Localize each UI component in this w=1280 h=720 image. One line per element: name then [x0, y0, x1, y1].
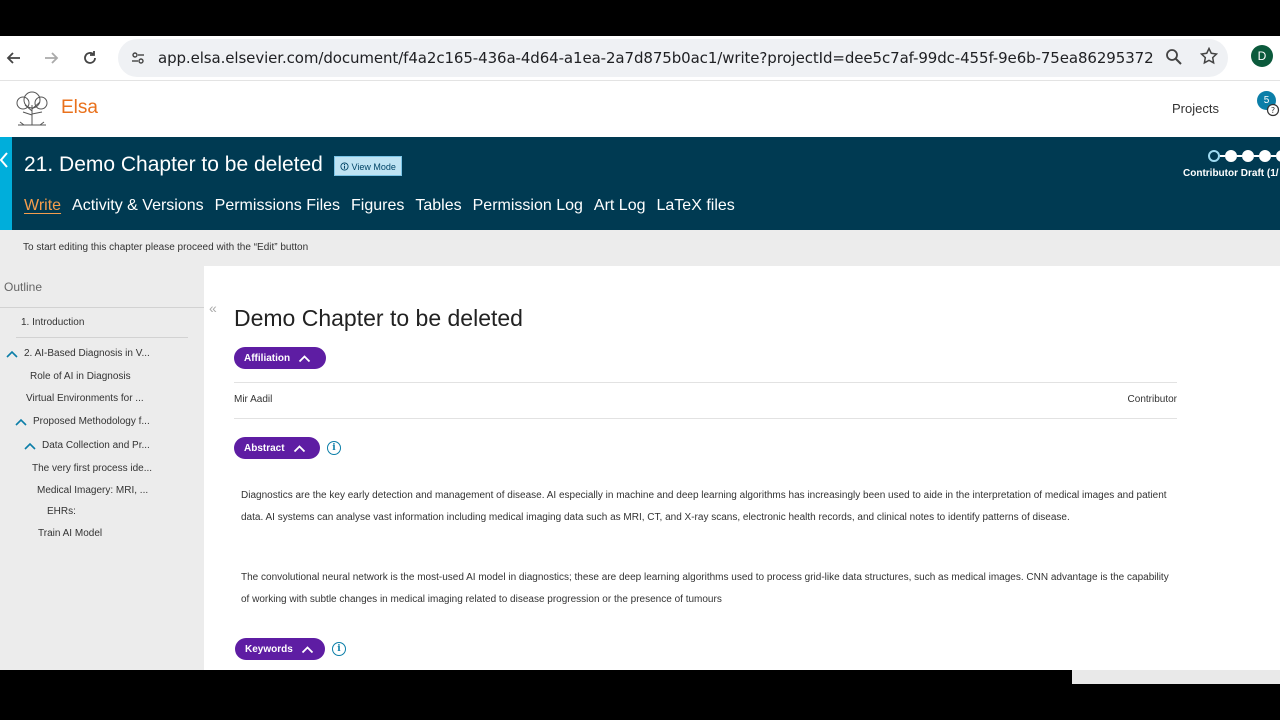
abstract-toggle[interactable]: Abstract — [234, 437, 320, 459]
outline-item[interactable]: The very first process ide... — [32, 463, 152, 474]
step-dot — [1242, 150, 1254, 162]
info-icon — [340, 162, 349, 171]
chapter-tabs: Write Activity & Versions Permissions Fi… — [24, 197, 735, 215]
outline-item[interactable]: Role of AI in Diagnosis — [30, 371, 131, 382]
arrow-left-icon — [6, 52, 20, 64]
chevron-up-icon[interactable] — [24, 442, 36, 450]
tab-write[interactable]: Write — [24, 197, 61, 215]
browser-toolbar: app.elsa.elsevier.com/document/f4a2c165-… — [0, 36, 1280, 81]
workflow-stepper[interactable] — [1208, 150, 1280, 162]
step-dot — [1276, 150, 1280, 162]
document-editor: « Demo Chapter to be deleted Affiliation… — [204, 266, 1280, 670]
reload-icon — [84, 51, 96, 64]
chapter-title: 21. Demo Chapter to be deleted — [24, 153, 323, 176]
tab-art-log[interactable]: Art Log — [594, 197, 646, 215]
outline-sidebar: Outline 1. Introduction 2. AI-Based Diag… — [0, 266, 204, 670]
tab-activity-versions[interactable]: Activity & Versions — [72, 197, 204, 215]
tab-figures[interactable]: Figures — [351, 197, 404, 215]
chevron-up-icon — [293, 444, 305, 452]
step-dot — [1259, 150, 1271, 162]
affiliation-label: Affiliation — [244, 352, 291, 364]
outline-item[interactable]: Data Collection and Pr... — [42, 440, 150, 451]
svg-text:?: ? — [1271, 106, 1275, 115]
help-icon[interactable]: ? — [1266, 103, 1280, 117]
author-role: Contributor — [1127, 394, 1177, 405]
chevron-up-icon[interactable] — [6, 350, 18, 358]
keywords-label: Keywords — [245, 643, 293, 655]
view-mode-badge: View Mode — [334, 156, 402, 176]
outline-item[interactable]: Proposed Methodology f... — [33, 416, 150, 427]
chevron-up-icon — [298, 354, 311, 362]
document-title: Demo Chapter to be deleted — [234, 305, 523, 331]
workflow-stage-label: Contributor Draft (1/ — [1183, 168, 1279, 179]
elsevier-tree-logo[interactable] — [12, 89, 52, 127]
scrollbar-track[interactable] — [1072, 670, 1280, 684]
zoom-icon[interactable] — [1165, 48, 1183, 66]
bookmark-star-icon[interactable] — [1200, 47, 1218, 65]
chevron-left-icon[interactable] — [0, 151, 10, 169]
divider — [234, 418, 1177, 419]
arrow-right-icon — [45, 52, 59, 64]
affiliation-toggle[interactable]: Affiliation — [234, 347, 326, 369]
divider — [0, 307, 204, 308]
notice-text: To start editing this chapter please pro… — [23, 242, 309, 253]
collapse-sidebar-icon[interactable]: « — [209, 300, 217, 316]
abstract-info-icon[interactable]: i — [327, 441, 341, 455]
abstract-paragraph: Diagnostics are the key early detection … — [241, 490, 1167, 523]
chevron-up-icon — [301, 645, 313, 653]
outline-item[interactable]: 2. AI-Based Diagnosis in V... — [24, 348, 150, 359]
divider — [16, 337, 188, 338]
abstract-label: Abstract — [244, 442, 285, 454]
outline-item[interactable]: 1. Introduction — [21, 317, 84, 328]
forward-button[interactable] — [37, 44, 65, 72]
outline-item[interactable]: Train AI Model — [38, 528, 102, 539]
chapter-banner: 21. Demo Chapter to be deleted View Mode… — [0, 137, 1280, 230]
step-dot — [1225, 150, 1237, 162]
screen-frame: app.elsa.elsevier.com/document/f4a2c165-… — [0, 0, 1280, 720]
address-bar[interactable]: app.elsa.elsevier.com/document/f4a2c165-… — [118, 39, 1228, 77]
step-dot — [1208, 150, 1220, 162]
tab-tables[interactable]: Tables — [415, 197, 461, 215]
app-header: Elsa Projects 5 ? — [0, 81, 1280, 137]
outline-item[interactable]: Virtual Environments for ... — [26, 393, 144, 404]
author-name: Mir Aadil — [234, 394, 273, 405]
tab-permission-log[interactable]: Permission Log — [473, 197, 583, 215]
notice-bar: To start editing this chapter please pro… — [0, 230, 1280, 266]
profile-avatar[interactable]: D — [1251, 45, 1273, 67]
divider — [234, 382, 1177, 383]
site-settings-icon[interactable] — [130, 50, 146, 66]
chevron-up-icon[interactable] — [15, 418, 27, 426]
abstract-paragraph: The convolutional neural network is the … — [241, 572, 1169, 605]
back-button[interactable] — [0, 44, 28, 72]
outline-title: Outline — [4, 280, 43, 294]
keywords-toggle[interactable]: Keywords — [235, 638, 325, 660]
projects-link[interactable]: Projects — [1172, 101, 1219, 116]
tab-latex-files[interactable]: LaTeX files — [657, 197, 735, 215]
brand-name[interactable]: Elsa — [61, 97, 98, 119]
reload-button[interactable] — [76, 44, 104, 72]
outline-item[interactable]: Medical Imagery: MRI, ... — [37, 485, 148, 496]
url-text[interactable]: app.elsa.elsevier.com/document/f4a2c165-… — [158, 49, 1154, 67]
view-mode-label: View Mode — [351, 162, 396, 172]
outline-item[interactable]: EHRs: — [47, 506, 76, 517]
keywords-info-icon[interactable]: i — [332, 642, 346, 656]
tab-permissions-files[interactable]: Permissions Files — [215, 197, 340, 215]
